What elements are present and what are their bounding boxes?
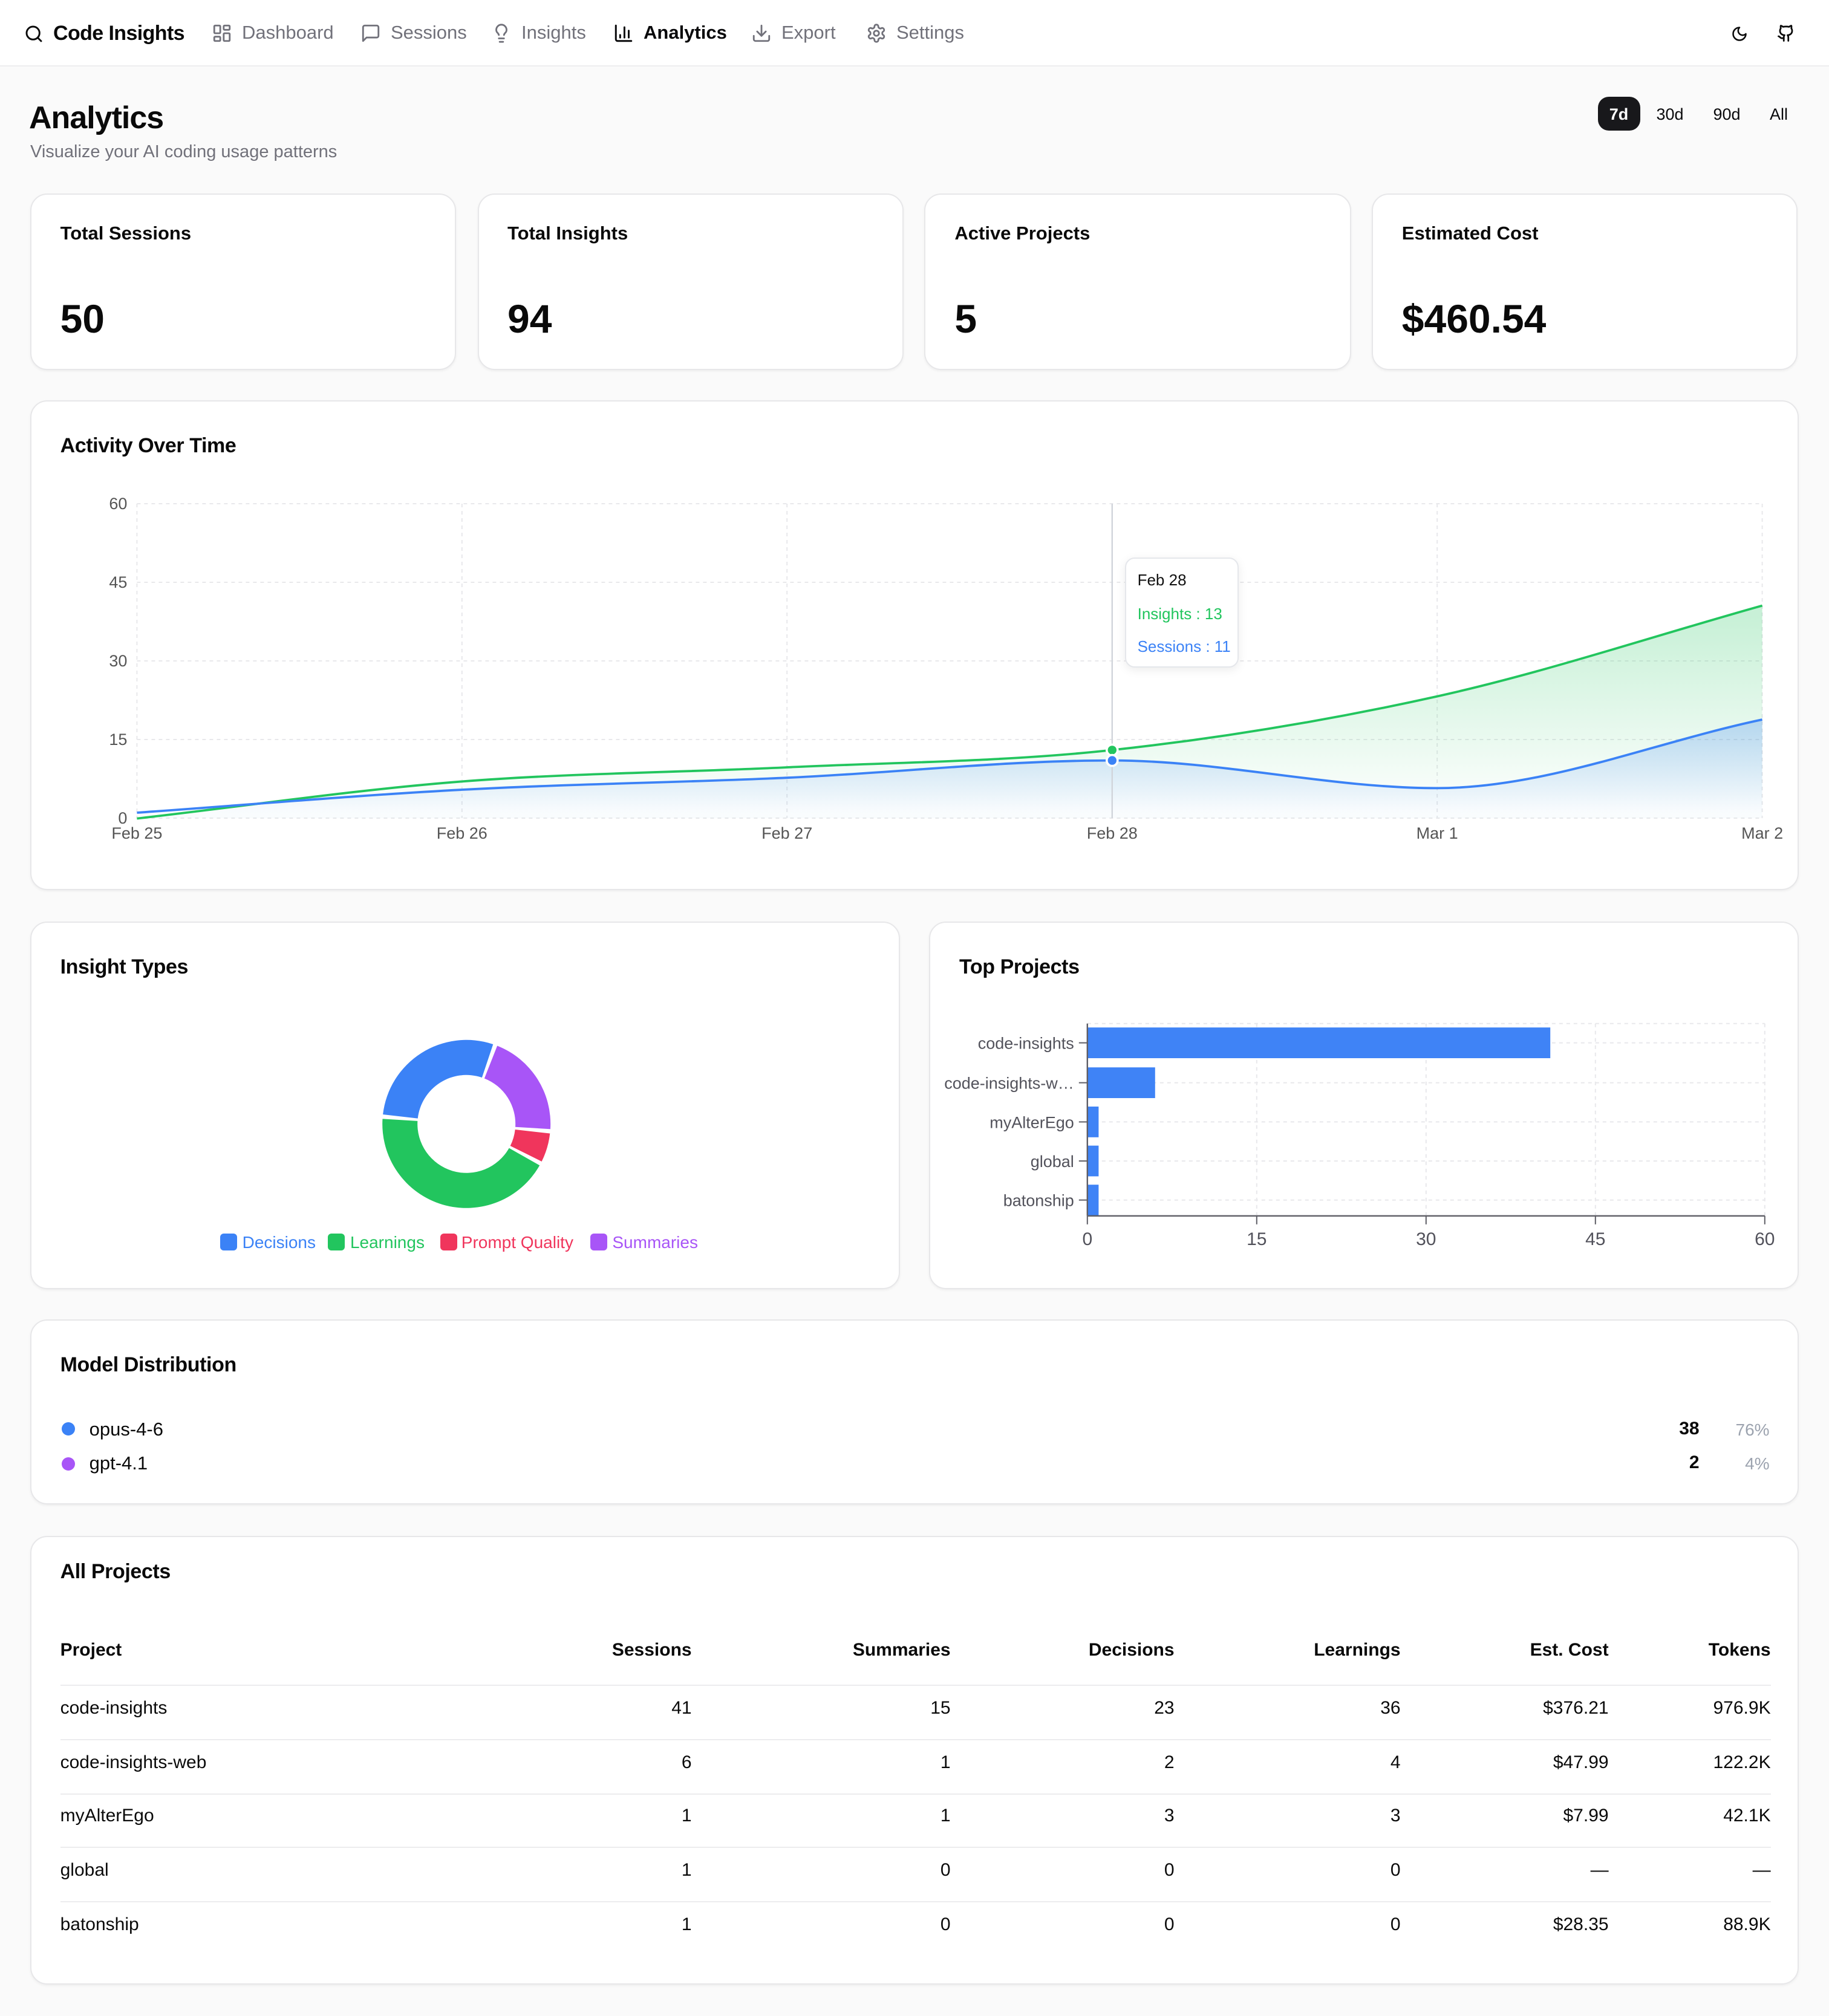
svg-text:Feb 28: Feb 28 (1086, 824, 1137, 842)
svg-text:Mar 1: Mar 1 (1416, 824, 1458, 842)
svg-text:30: 30 (109, 651, 127, 669)
svg-text:batonship: batonship (1003, 1191, 1074, 1209)
svg-text:15: 15 (109, 730, 127, 748)
svg-text:0: 0 (1082, 1229, 1092, 1249)
svg-text:global: global (1031, 1152, 1074, 1170)
svg-text:Feb 26: Feb 26 (436, 824, 487, 842)
svg-text:30: 30 (1416, 1229, 1436, 1249)
svg-text:myAlterEgo: myAlterEgo (989, 1113, 1074, 1131)
svg-text:Mar 2: Mar 2 (1741, 824, 1783, 842)
svg-text:60: 60 (109, 494, 127, 512)
svg-text:15: 15 (1247, 1229, 1267, 1249)
svg-text:code-insights: code-insights (978, 1034, 1074, 1052)
svg-text:Feb 25: Feb 25 (111, 824, 162, 842)
svg-text:code-insights-w…: code-insights-w… (944, 1074, 1074, 1092)
svg-text:Feb 27: Feb 27 (761, 824, 812, 842)
svg-text:45: 45 (109, 573, 127, 591)
svg-text:45: 45 (1585, 1229, 1605, 1249)
svg-text:60: 60 (1755, 1229, 1775, 1249)
